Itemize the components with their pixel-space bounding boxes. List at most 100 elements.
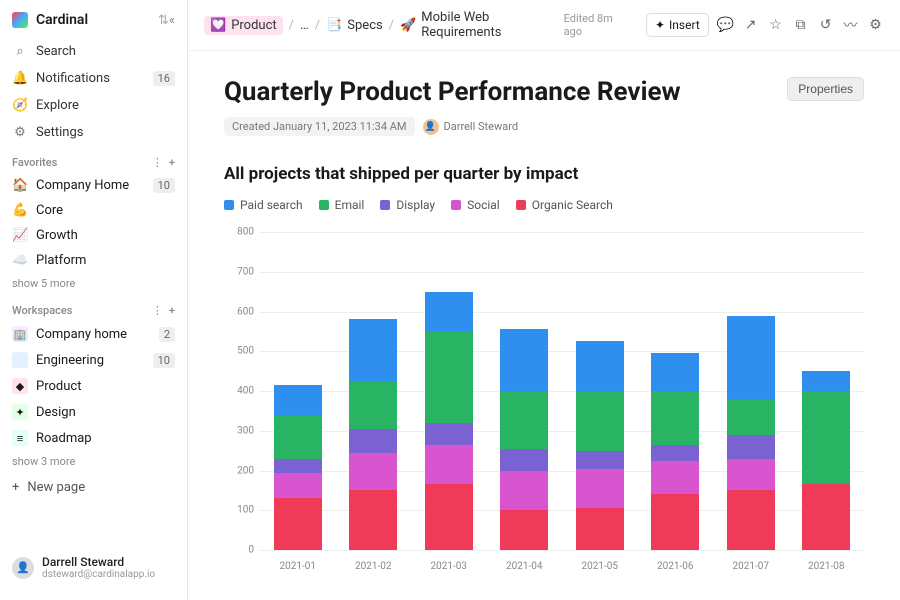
updown-icon[interactable]: ⇅ bbox=[158, 13, 169, 28]
bar-segment bbox=[727, 459, 775, 491]
legend-item[interactable]: Email bbox=[319, 198, 365, 212]
x-tick: 2021-04 bbox=[500, 561, 548, 572]
duplicate-icon[interactable]: ⧉ bbox=[792, 17, 809, 33]
nav-settings[interactable]: ⚙Settings bbox=[0, 119, 187, 146]
legend-item[interactable]: Paid search bbox=[224, 198, 303, 212]
bar-segment bbox=[274, 415, 322, 459]
bar-column[interactable] bbox=[349, 319, 397, 550]
breadcrumb[interactable]: 💟Product bbox=[204, 16, 283, 35]
breadcrumb[interactable]: 📑Specs bbox=[326, 18, 383, 33]
bar-segment bbox=[727, 316, 775, 399]
new-page-button[interactable]: + New page bbox=[0, 472, 187, 503]
share-icon[interactable]: ↗ bbox=[742, 17, 759, 33]
favorite-item[interactable]: 🏠Company Home10 bbox=[0, 173, 187, 198]
bar-segment bbox=[576, 341, 624, 391]
show-more-favorites[interactable]: show 5 more bbox=[0, 273, 187, 294]
more-icon[interactable]: ⋮ bbox=[152, 304, 163, 317]
favorite-item[interactable]: 💪Core bbox=[0, 198, 187, 223]
edited-timestamp: Edited 8m ago bbox=[564, 12, 630, 38]
properties-button[interactable]: Properties bbox=[787, 77, 864, 101]
search-icon: ⌕ bbox=[12, 44, 28, 59]
workspace-switcher[interactable]: Cardinal bbox=[36, 12, 154, 28]
bar-column[interactable] bbox=[802, 371, 850, 550]
page-icon: 🏠 bbox=[12, 178, 28, 193]
activity-icon[interactable]: 〰 bbox=[842, 15, 859, 35]
x-tick: 2021-07 bbox=[727, 561, 775, 572]
bar-segment bbox=[425, 423, 473, 445]
bar-segment bbox=[727, 435, 775, 459]
bar-column[interactable] bbox=[727, 316, 775, 551]
crumb-separator: / bbox=[315, 18, 320, 33]
y-tick: 100 bbox=[237, 505, 254, 516]
workspace-item[interactable]: Engineering10 bbox=[0, 347, 187, 373]
bar-segment bbox=[727, 399, 775, 435]
avatar: 👤 bbox=[423, 119, 439, 135]
star-icon[interactable]: ☆ bbox=[767, 17, 784, 33]
x-tick: 2021-08 bbox=[802, 561, 850, 572]
bar-column[interactable] bbox=[651, 353, 699, 550]
legend-swatch bbox=[380, 200, 390, 210]
insert-button[interactable]: ✦ Insert bbox=[646, 13, 709, 37]
collapse-sidebar-button[interactable]: « bbox=[169, 13, 175, 28]
add-workspace-button[interactable]: + bbox=[169, 304, 175, 317]
bar-segment bbox=[727, 490, 775, 550]
page-icon: 💪 bbox=[12, 203, 28, 218]
x-tick: 2021-01 bbox=[274, 561, 322, 572]
x-tick: 2021-02 bbox=[349, 561, 397, 572]
bar-segment bbox=[651, 391, 699, 445]
page-icon: 📈 bbox=[12, 228, 28, 243]
favorite-item[interactable]: 📈Growth bbox=[0, 223, 187, 248]
page-title: Quarterly Product Performance Review bbox=[224, 77, 864, 107]
x-tick: 2021-05 bbox=[576, 561, 624, 572]
nav-explore[interactable]: 🧭Explore bbox=[0, 92, 187, 119]
legend-item[interactable]: Organic Search bbox=[516, 198, 613, 212]
legend-swatch bbox=[516, 200, 526, 210]
more-icon[interactable]: ⋮ bbox=[152, 156, 163, 169]
bar-column[interactable] bbox=[576, 341, 624, 550]
settings-icon: ⚙ bbox=[12, 125, 28, 140]
legend-item[interactable]: Display bbox=[380, 198, 435, 212]
bar-segment bbox=[500, 449, 548, 471]
bar-segment bbox=[802, 484, 850, 550]
nav-search[interactable]: ⌕Search bbox=[0, 38, 187, 65]
workspace-item[interactable]: ✦Design bbox=[0, 399, 187, 425]
bar-segment bbox=[576, 451, 624, 469]
bar-segment bbox=[274, 473, 322, 499]
favorite-item[interactable]: ☁️Platform bbox=[0, 248, 187, 273]
page-icon: 💟 bbox=[210, 18, 226, 33]
bar-segment bbox=[349, 490, 397, 550]
history-icon[interactable]: ↺ bbox=[817, 17, 834, 33]
workspace-item[interactable]: ≡Roadmap bbox=[0, 425, 187, 451]
legend-item[interactable]: Social bbox=[451, 198, 500, 212]
bar-column[interactable] bbox=[500, 329, 548, 550]
show-more-workspaces[interactable]: show 3 more bbox=[0, 451, 187, 472]
workspace-item[interactable]: ◆Product bbox=[0, 373, 187, 399]
add-favorite-button[interactable]: + bbox=[169, 156, 175, 169]
x-tick: 2021-03 bbox=[425, 561, 473, 572]
explore-icon: 🧭 bbox=[12, 98, 28, 113]
nav-notifications[interactable]: 🔔Notifications16 bbox=[0, 65, 187, 92]
author-chip[interactable]: 👤 Darrell Steward bbox=[423, 119, 519, 135]
breadcrumb[interactable]: 🚀Mobile Web Requirements bbox=[400, 10, 552, 40]
page-icon: ☁️ bbox=[12, 253, 28, 268]
workspace-icon bbox=[12, 352, 28, 368]
badge: 10 bbox=[153, 353, 175, 368]
x-tick: 2021-06 bbox=[651, 561, 699, 572]
user-menu[interactable]: 👤 Darrell Steward dsteward@cardinalapp.i… bbox=[0, 547, 187, 588]
bar-column[interactable] bbox=[274, 385, 322, 550]
comment-icon[interactable]: 💬 bbox=[717, 17, 734, 33]
workspace-item[interactable]: 🏢Company home2 bbox=[0, 321, 187, 347]
bar-segment bbox=[802, 391, 850, 484]
y-tick: 0 bbox=[248, 545, 254, 556]
chart: 0100200300400500600700800 2021-012021-02… bbox=[224, 232, 864, 572]
bar-segment bbox=[576, 508, 624, 550]
sparkle-icon: ✦ bbox=[655, 18, 665, 32]
bar-segment bbox=[651, 461, 699, 495]
y-tick: 500 bbox=[237, 346, 254, 357]
badge: 10 bbox=[153, 178, 175, 193]
favorites-heading: Favorites bbox=[12, 156, 57, 169]
bar-column[interactable] bbox=[425, 292, 473, 550]
page-icon: 🚀 bbox=[400, 18, 416, 33]
settings-icon[interactable]: ⚙ bbox=[867, 17, 884, 33]
breadcrumb[interactable]: … bbox=[300, 18, 309, 33]
